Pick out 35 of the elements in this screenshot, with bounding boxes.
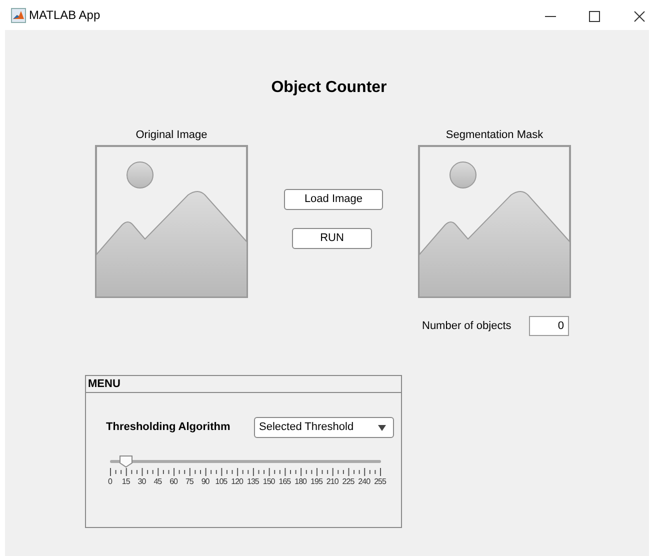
tick-label: 165 bbox=[278, 477, 291, 486]
tick-label: 0 bbox=[108, 477, 112, 486]
tick-label: 120 bbox=[231, 477, 243, 486]
tick-label: 210 bbox=[326, 477, 338, 486]
menu-panel-header: MENU bbox=[86, 376, 401, 393]
tick-label: 240 bbox=[358, 477, 370, 486]
tick-label: 225 bbox=[342, 477, 354, 486]
tick-label: 30 bbox=[138, 477, 146, 486]
image-label: Original Image bbox=[134, 129, 208, 142]
object-count-label: Number of objects bbox=[422, 320, 512, 333]
close-icon[interactable] bbox=[634, 11, 645, 22]
tick-label: 105 bbox=[215, 477, 228, 486]
tick-label: 15 bbox=[122, 477, 130, 486]
dropdown-arrow-icon bbox=[378, 425, 386, 431]
image-placeholder-icon bbox=[95, 145, 248, 298]
algorithm-label: Thresholding Algorithm bbox=[106, 421, 230, 434]
tick-label: 135 bbox=[247, 477, 259, 486]
tick-label: 180 bbox=[294, 477, 306, 486]
app-title: Object Counter bbox=[270, 79, 388, 97]
window-title: MATLAB App bbox=[29, 8, 100, 23]
tick-label: 150 bbox=[262, 477, 275, 486]
object-count-field[interactable]: 0 bbox=[529, 316, 569, 336]
load-image-button[interactable]: Load Image bbox=[284, 189, 383, 210]
run-button[interactable]: RUN bbox=[292, 228, 372, 249]
tick-label: 45 bbox=[154, 477, 162, 486]
maximize-icon[interactable] bbox=[589, 11, 600, 22]
tick-label: 75 bbox=[185, 477, 194, 486]
app-logo-icon bbox=[11, 8, 26, 23]
image-label: Segmentation Mask bbox=[444, 129, 544, 142]
algorithm-dropdown[interactable]: Selected Threshold bbox=[254, 417, 394, 438]
tick-label: 255 bbox=[374, 477, 386, 486]
tick-label: 195 bbox=[310, 477, 322, 486]
tick-label: 90 bbox=[201, 477, 210, 486]
image-placeholder-icon bbox=[418, 145, 571, 298]
tick-label: 60 bbox=[170, 477, 178, 486]
